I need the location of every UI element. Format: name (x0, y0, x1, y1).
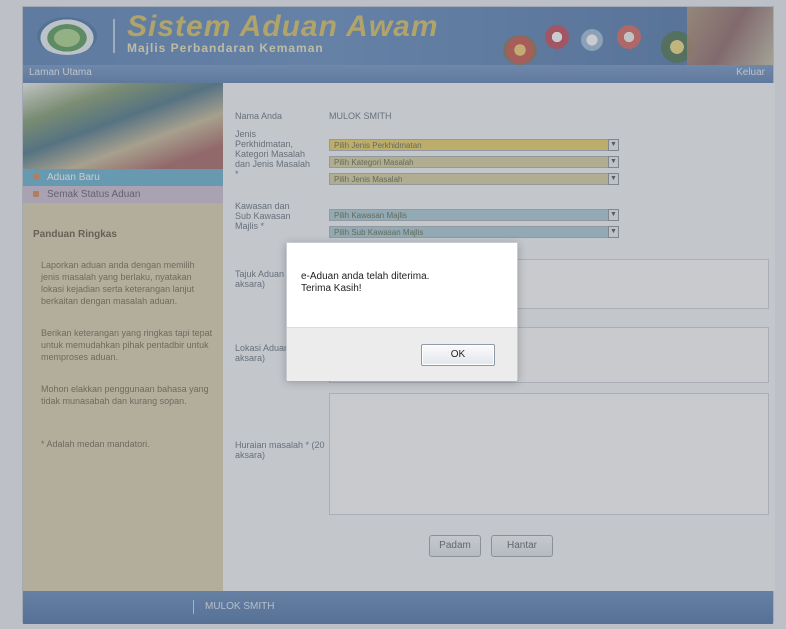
dialog-message-line: e-Aduan anda telah diterima. (301, 271, 430, 282)
dialog-body: e-Aduan anda telah diterima. Terima Kasi… (287, 243, 517, 327)
dialog-footer: OK (287, 327, 517, 381)
ok-button[interactable]: OK (421, 344, 495, 366)
dialog-message-line: Terima Kasih! (301, 283, 362, 294)
confirmation-dialog: e-Aduan anda telah diterima. Terima Kasi… (286, 242, 518, 381)
dialog-message: e-Aduan anda telah diterima. Terima Kasi… (301, 271, 429, 295)
